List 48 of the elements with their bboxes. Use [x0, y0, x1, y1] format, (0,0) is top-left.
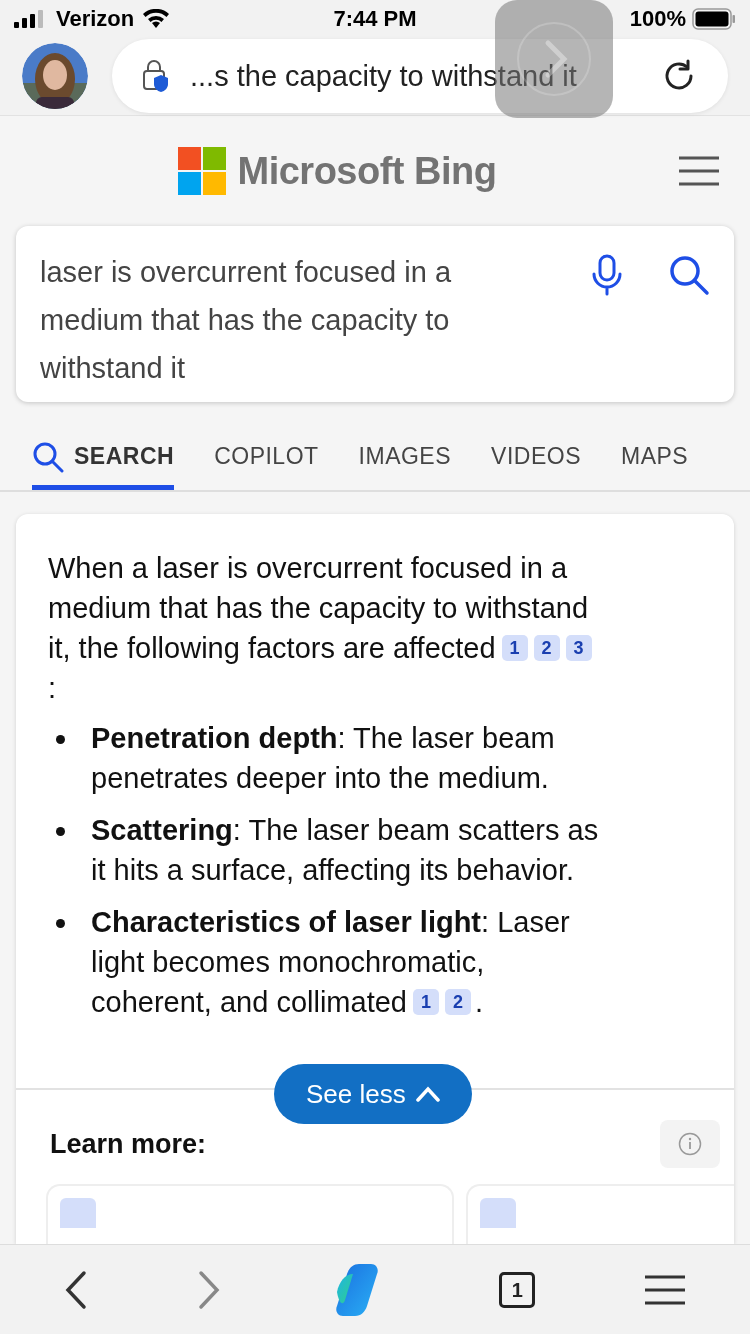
bullet-text: Characteristics of laser light: Laser: [91, 905, 570, 940]
back-icon[interactable]: [64, 1269, 89, 1310]
search-icon[interactable]: [668, 254, 710, 297]
bullet-text: .: [475, 985, 484, 1020]
url-text: ...s the capacity to withstand it: [190, 58, 577, 94]
forward-icon[interactable]: [196, 1269, 221, 1310]
menu-icon[interactable]: [643, 1274, 686, 1305]
nav-tab[interactable]: COPILOT: [214, 430, 319, 490]
nav-tab[interactable]: SEARCH: [32, 430, 175, 490]
answer-text: When a laser is overcurrent focused in a: [48, 551, 568, 586]
menu-icon[interactable]: [678, 155, 720, 188]
wifi-icon: [142, 8, 171, 29]
bullet-text: coherent, and collimated: [91, 985, 407, 1020]
bullet-text: it hits a surface, affecting its behavior.: [91, 853, 575, 888]
source-badge: [480, 1198, 516, 1228]
see-less-button[interactable]: See less: [274, 1064, 472, 1124]
search-query: laser is overcurrent focused in a medium that has the capacity to withstand it: [40, 255, 453, 387]
nav-tab[interactable]: VIDEOS: [491, 430, 581, 490]
citation-badge[interactable]: 1: [501, 635, 528, 661]
carrier-name: Verizon: [56, 5, 135, 34]
search-icon: [32, 440, 64, 473]
nav-tab[interactable]: IMAGES: [358, 430, 452, 490]
microphone-icon[interactable]: [590, 254, 624, 297]
bullet-text: Penetration depth: The laser beam: [91, 721, 555, 756]
bullet-text: penetrates deeper into the medium.: [91, 761, 549, 796]
citation-badge[interactable]: 2: [445, 989, 471, 1015]
citation-badge[interactable]: 1: [413, 989, 439, 1015]
clock-time: 7:44 PM: [332, 5, 418, 34]
nav-tab[interactable]: MAPS: [621, 430, 689, 490]
logo-icon: [177, 147, 226, 196]
citation-badge[interactable]: 2: [533, 635, 560, 661]
answer-text: it, the following factors are affected: [48, 631, 496, 666]
battery-icon: [692, 7, 736, 30]
answer-text: medium that has the capacity to withstand: [48, 591, 588, 626]
bullet-text: light becomes monochromatic,: [91, 945, 485, 980]
bullet-text: Scattering: The laser beam scatters as: [91, 813, 599, 848]
learn-more-heading: Learn more:: [50, 1127, 207, 1161]
info-icon: [678, 1132, 702, 1156]
citation-badge[interactable]: 3: [565, 635, 592, 661]
search-field[interactable]: laser is overcurrent focused in a medium that has the capacity to withstand it: [16, 226, 734, 403]
answer-text: :: [48, 672, 57, 704]
battery-percent: 100%: [629, 5, 686, 34]
logo-text: Microsoft Bing: [237, 148, 497, 194]
address-bar[interactable]: ...s the capacity to withstand it: [112, 39, 728, 114]
tab-count-button[interactable]: 1: [499, 1271, 536, 1308]
lock-shield-icon: [142, 59, 170, 94]
chevron-up-icon: [415, 1086, 440, 1102]
source-badge: [60, 1198, 96, 1228]
